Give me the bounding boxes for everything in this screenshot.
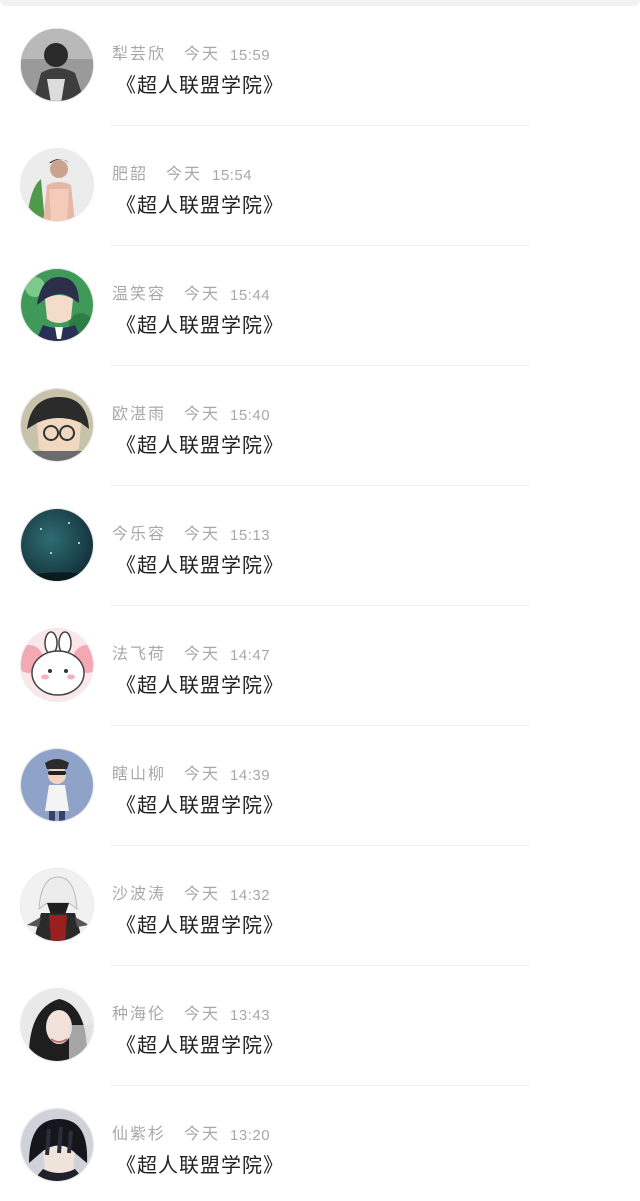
kid-photo-avatar-icon: [21, 749, 93, 821]
message-row[interactable]: 犁芸欣 今天 15:59 《超人联盟学院》: [0, 0, 640, 126]
message-meta: 温笑容 今天 15:44: [112, 278, 270, 304]
message-row[interactable]: 种海伦 今天 13:43 《超人联盟学院》: [0, 960, 640, 1086]
anime-boy-avatar-icon: [21, 269, 93, 341]
avatar[interactable]: [20, 28, 94, 102]
avatar[interactable]: [20, 988, 94, 1062]
message-text: 《超人联盟学院》: [116, 432, 284, 457]
message-time: 13:20: [230, 1127, 271, 1144]
message-text: 《超人联盟学院》: [116, 1032, 284, 1057]
sender-name: 温笑容: [112, 284, 167, 303]
avatar[interactable]: [20, 748, 94, 822]
message-text: 《超人联盟学院》: [116, 792, 284, 817]
message-text: 《超人联盟学院》: [116, 912, 284, 937]
anime-dark-hair-avatar-icon: [21, 1109, 93, 1181]
message-time: 15:40: [230, 407, 271, 424]
message-row[interactable]: 今乐容 今天 15:13 《超人联盟学院》: [0, 480, 640, 606]
night-sky-avatar-icon: [21, 509, 93, 581]
message-text: 《超人联盟学院》: [116, 72, 284, 97]
message-day: 今天: [166, 164, 203, 183]
message-row[interactable]: 肥韶 今天 15:54 《超人联盟学院》: [0, 120, 640, 246]
message-time: 15:54: [212, 167, 253, 184]
message-row[interactable]: 瞎山柳 今天 14:39 《超人联盟学院》: [0, 720, 640, 846]
message-time: 15:44: [230, 287, 271, 304]
message-day: 今天: [184, 524, 221, 543]
message-row[interactable]: 温笑容 今天 15:44 《超人联盟学院》: [0, 240, 640, 366]
anime-glasses-avatar-icon: [21, 389, 93, 461]
message-time: 14:32: [230, 887, 271, 904]
sender-name: 犁芸欣: [112, 44, 167, 63]
woman-portrait-avatar-icon: [21, 989, 93, 1061]
message-time: 14:39: [230, 767, 271, 784]
avatar[interactable]: [20, 388, 94, 462]
message-meta: 肥韶 今天 15:54: [112, 158, 252, 184]
message-row[interactable]: 法飞荷 今天 14:47 《超人联盟学院》: [0, 600, 640, 726]
message-time: 15:13: [230, 527, 271, 544]
message-meta: 欧湛雨 今天 15:40: [112, 398, 270, 424]
message-day: 今天: [184, 764, 221, 783]
message-day: 今天: [184, 404, 221, 423]
dark-photo-avatar-icon: [21, 29, 93, 101]
message-meta: 法飞荷 今天 14:47: [112, 638, 270, 664]
message-row[interactable]: 欧湛雨 今天 15:40 《超人联盟学院》: [0, 360, 640, 486]
message-text: 《超人联盟学院》: [116, 1152, 284, 1177]
message-time: 14:47: [230, 647, 271, 664]
sender-name: 肥韶: [112, 164, 149, 183]
avatar[interactable]: [20, 628, 94, 702]
avatar[interactable]: [20, 268, 94, 342]
bunny-avatar-icon: [21, 629, 93, 701]
message-text: 《超人联盟学院》: [116, 192, 284, 217]
hooded-assassin-avatar-icon: [21, 869, 93, 941]
message-row[interactable]: 仙紫杉 今天 13:20 《超人联盟学院》: [0, 1080, 640, 1200]
sender-name: 种海伦: [112, 1004, 167, 1023]
sender-name: 仙紫杉: [112, 1124, 167, 1143]
message-text: 《超人联盟学院》: [116, 672, 284, 697]
sender-name: 欧湛雨: [112, 404, 167, 423]
avatar[interactable]: [20, 508, 94, 582]
message-meta: 种海伦 今天 13:43: [112, 998, 270, 1024]
message-meta: 沙波涛 今天 14:32: [112, 878, 270, 904]
sender-name: 沙波涛: [112, 884, 167, 903]
model-photo-avatar-icon: [21, 149, 93, 221]
sender-name: 瞎山柳: [112, 764, 167, 783]
avatar[interactable]: [20, 1108, 94, 1182]
message-meta: 仙紫杉 今天 13:20: [112, 1118, 270, 1144]
message-row[interactable]: 沙波涛 今天 14:32 《超人联盟学院》: [0, 840, 640, 966]
message-time: 13:43: [230, 1007, 271, 1024]
message-day: 今天: [184, 284, 221, 303]
message-day: 今天: [184, 884, 221, 903]
sender-name: 法飞荷: [112, 644, 167, 663]
message-meta: 犁芸欣 今天 15:59: [112, 38, 270, 64]
avatar[interactable]: [20, 148, 94, 222]
message-meta: 瞎山柳 今天 14:39: [112, 758, 270, 784]
sender-name: 今乐容: [112, 524, 167, 543]
message-day: 今天: [184, 44, 221, 63]
message-text: 《超人联盟学院》: [116, 312, 284, 337]
avatar[interactable]: [20, 868, 94, 942]
message-day: 今天: [184, 1004, 221, 1023]
message-day: 今天: [184, 644, 221, 663]
message-day: 今天: [184, 1124, 221, 1143]
message-meta: 今乐容 今天 15:13: [112, 518, 270, 544]
message-time: 15:59: [230, 47, 271, 64]
message-text: 《超人联盟学院》: [116, 552, 284, 577]
